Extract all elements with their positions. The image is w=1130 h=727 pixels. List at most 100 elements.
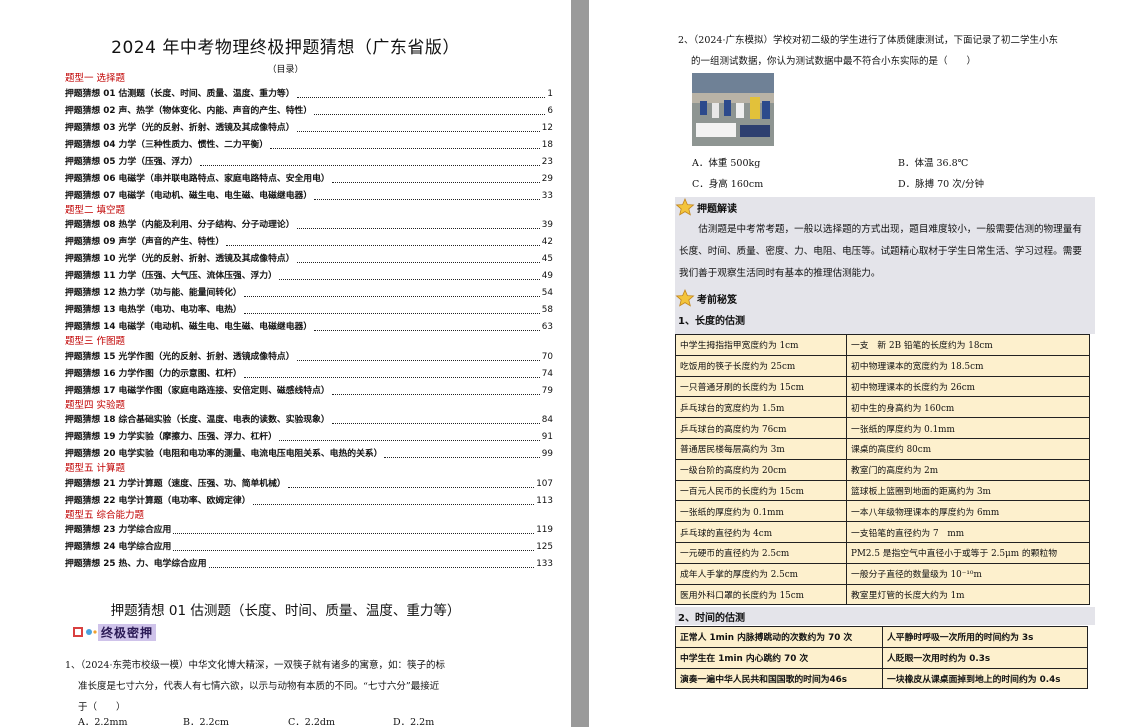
toc-entry-title: 押题猜想 20 电学实验（电阻和电功率的测量、电流电压电阻关系、电热的关系） — [65, 449, 383, 459]
toc-entry[interactable]: 押题猜想 10 光学（光的反射、折射、透镜及其成像特点） 45 — [65, 251, 553, 268]
table-cell: 一张纸的厚度约为 0.1mm — [846, 417, 1090, 439]
exam-interpretation-title: 押题解读 — [697, 203, 737, 215]
toc-section-title: 题型二 填空题 — [65, 204, 126, 216]
toc-leader-dots — [314, 330, 540, 331]
toc-entry-page: 18 — [541, 139, 553, 150]
toc-entry-page: 99 — [541, 449, 553, 459]
toc-entry[interactable]: 押题猜想 24 电学综合应用 125 — [65, 539, 553, 556]
toc-entry-page: 33 — [541, 190, 553, 201]
toc-entry[interactable]: 押题猜想 14 电磁学（电动机、磁生电、电生磁、电磁继电器） 63 — [65, 319, 553, 336]
option-d: D．脉搏 70 次/分钟 — [898, 179, 984, 190]
toc-entry[interactable]: 押题猜想 08 热学（内能及利用、分子结构、分子动理论） 39 — [65, 217, 553, 234]
toc-leader-dots — [331, 393, 540, 395]
toc-entry-page: 113 — [536, 495, 553, 506]
toc-entry-title: 押题猜想 15 光学作图（光的反射、折射、透镜成像特点） — [65, 351, 295, 362]
toc-entry-page: 39 — [541, 220, 553, 230]
toc-entry-title: 押题猜想 16 力学作图（力的示意图、杠杆） — [65, 368, 242, 379]
toc-entry-title: 押题猜想 22 电学计算题（电功率、欧姆定律） — [65, 495, 251, 506]
table-cell: 成年人手掌的厚度约为 2.5cm — [675, 562, 847, 585]
toc-entry-page: 91 — [541, 432, 553, 442]
table-row: 乒乓球台的高度约为 76cm 一张纸的厚度约为 0.1mm — [675, 417, 1090, 439]
toc-leader-dots — [278, 440, 540, 441]
toc-entry-page: 6 — [547, 105, 553, 116]
toc-entry[interactable]: 押题猜想 11 力学（压强、大气压、流体压强、浮力） 49 — [65, 268, 553, 285]
table-cell: 演奏一遍中华人民共和国国歌的时间为46s — [675, 667, 883, 690]
toc-leader-dots — [296, 359, 540, 361]
toc-leader-dots — [331, 181, 540, 183]
toc-leader-dots — [243, 376, 540, 378]
table-row: 中学生在 1min 内心跳约 70 次人眨眼一次用时约为 0.3s — [675, 646, 1088, 669]
toc-entry-page: 63 — [541, 322, 553, 332]
exam-tips-header: 考前秘笈 — [675, 288, 1095, 308]
table-row: 演奏一遍中华人民共和国国歌的时间为46s 一块橡皮从课桌面掉到地上的时间约为 0.… — [675, 667, 1088, 690]
table-cell: 教室门的高度约为 2m — [846, 458, 1090, 481]
length-estimate-table: 中学生拇指指甲宽度约为 1cm 一支 新 2B 铅笔的长度约为 18cm 吃饭用的筷… — [675, 334, 1090, 606]
toc-entry[interactable]: 押题猜想 05 力学（压强、浮力） 23 — [65, 154, 553, 171]
toc-entry[interactable]: 押题猜想 01 估测题（长度、时间、质量、温度、重力等） 1 — [65, 86, 553, 103]
toc-entry[interactable]: 押题猜想 12 热力学（功与能、能量间转化） 54 — [65, 285, 553, 302]
question-1-line-2: 准长度是七寸六分，代表人有七情六欲，以示与动物有本质的不同。“七寸六分”最接近 — [78, 681, 440, 692]
toc-entry[interactable]: 押题猜想 18 综合基础实验（长度、温度、电表的读数、实验现象） 84 — [65, 412, 553, 429]
option-a: A．体重 500kg — [692, 158, 761, 169]
toc-leader-dots — [173, 550, 535, 551]
toc-leader-dots — [208, 567, 535, 568]
right-page: 2、（2024·广东模拟）学校对初二级的学生进行了体质健康测试，下面记录了初二学… — [589, 0, 1130, 727]
toc-entry-title: 押题猜想 03 光学（光的反射、折射、透镜及其成像特点） — [65, 122, 295, 133]
toc-entry[interactable]: 押题猜想 09 声学（声音的产生、特性） 42 — [65, 234, 553, 251]
toc-entry[interactable]: 押题猜想 07 电磁学（电动机、磁生电、电生磁、电磁继电器） 33 — [65, 188, 553, 205]
left-page: 2024 年中考物理终极押题猜想（广东省版） （目录） 题型一 选择题 押题猜想 … — [0, 0, 571, 727]
table-row: 正常人 1min 内脉搏跳动的次数约为 70 次人平静时呼吸一次所用的时间约为 … — [675, 626, 1088, 648]
toc-leader-dots — [296, 262, 540, 263]
toc-entry[interactable]: 押题猜想 16 力学作图（力的示意图、杠杆） 74 — [65, 366, 553, 383]
toc-entry[interactable]: 押题猜想 23 力学综合应用 119 — [65, 522, 553, 539]
table-cell: 一般分子直径的数量级为 10⁻¹⁰m — [846, 562, 1090, 585]
toc-entry[interactable]: 押题猜想 03 光学（光的反射、折射、透镜及其成像特点） 12 — [65, 120, 553, 137]
option-a: A．2.2mm — [78, 717, 128, 727]
option-d: D．2.2m — [393, 717, 435, 727]
table-cell: 一支 新 2B 铅笔的长度约为 18cm — [846, 334, 1090, 356]
toc-entry[interactable]: 押题猜想 15 光学作图（光的反射、折射、透镜成像特点） 70 — [65, 349, 553, 366]
toc-entry-title: 押题猜想 11 力学（压强、大气压、流体压强、浮力） — [65, 271, 277, 281]
toc-leader-dots — [296, 228, 540, 229]
toc-entry[interactable]: 押题猜想 02 声、热学（物体变化、内能、声音的产生、特性） 6 — [65, 103, 553, 120]
badge-icon — [72, 624, 98, 640]
toc-entry[interactable]: 押题猜想 06 电磁学（串并联电路特点、家庭电路特点、安全用电） 29 — [65, 171, 553, 188]
toc-entry-title: 押题猜想 06 电磁学（串并联电路特点、家庭电路特点、安全用电） — [65, 173, 330, 184]
question-2-line-1: 2、（2024·广东模拟）学校对初二级的学生进行了体质健康测试，下面记录了初二学… — [678, 35, 1058, 46]
table-row: 一张纸的厚度约为 0.1mm 一本八年级物理课本的厚度约为 6mm — [675, 500, 1090, 523]
toc-entry[interactable]: 押题猜想 25 热、力、电学综合应用 133 — [65, 556, 553, 573]
toc-entry[interactable]: 押题猜想 21 力学计算题（速度、压强、功、简单机械） 107 — [65, 476, 553, 493]
exam-tips-box: 考前秘笈 1、长度的估测 — [675, 286, 1095, 334]
table-row: 一只普通牙刷的长度约为 15cm 初中物理课本的长度约为 26cm — [675, 375, 1090, 398]
table-row: 成年人手掌的厚度约为 2.5cm 一般分子直径的数量级为 10⁻¹⁰m — [675, 562, 1090, 585]
toc-leader-dots — [270, 147, 540, 149]
table-cell: 一级台阶的高度约为 20cm — [675, 458, 847, 481]
toc-section-title: 题型五 计算题 — [65, 463, 126, 474]
table-cell: 乒乓球台的高度约为 76cm — [675, 417, 847, 439]
toc-entry[interactable]: 押题猜想 04 力学（三种性质力、惯性、二力平衡） 18 — [65, 137, 553, 154]
toc-entry-page: 12 — [541, 122, 553, 133]
table-cell: 普通居民楼每层高约为 3m — [675, 437, 847, 460]
table-row: 一元硬币的直径约为 2.5cm PM2.5 是指空气中直径小于或等于 2.5μm … — [675, 541, 1090, 564]
toc-entry[interactable]: 押题猜想 17 电磁学作图（家庭电路连接、安倍定则、磁感线特点） 79 — [65, 383, 553, 400]
table-cell: 人眨眼一次用时约为 0.3s — [882, 646, 1088, 669]
toc-leader-dots — [199, 164, 540, 166]
question-2-options-row-2: C．身高 160cm D．脉搏 70 次/分钟 — [692, 176, 1104, 190]
toc-entry[interactable]: 押题猜想 13 电热学（电功、电功率、电热） 58 — [65, 302, 553, 319]
toc-entry[interactable]: 押题猜想 19 力学实验（摩擦力、压强、浮力、杠杆） 91 — [65, 429, 553, 446]
toc-leader-dots — [226, 245, 540, 246]
toc-entry-title: 押题猜想 10 光学（光的反射、折射、透镜及其成像特点） — [65, 254, 295, 264]
toc-entry[interactable]: 押题猜想 20 电学实验（电阻和电功率的测量、电流电压电阻关系、电热的关系） 99 — [65, 446, 553, 463]
exam-interpretation-box: 押题解读 估测题是中考常考题，一般以选择题的方式出现，题目难度较小，一般需要估测… — [675, 197, 1095, 290]
section-heading: 押题猜想 01 估测题（长度、时间、质量、温度、重力等） — [110, 603, 461, 619]
toc-entry[interactable]: 押题猜想 22 电学计算题（电功率、欧姆定律） 113 — [65, 493, 553, 510]
table-cell: 教室里灯管的长度大约为 1m — [846, 583, 1090, 606]
exam-tips-title: 考前秘笈 — [697, 294, 737, 306]
table-cell: 一块橡皮从课桌面掉到地上的时间约为 0.4s — [882, 667, 1088, 690]
toc-entry-title: 押题猜想 19 力学实验（摩擦力、压强、浮力、杠杆） — [65, 432, 277, 442]
table-cell: 乒乓球的直径约为 4cm — [675, 521, 847, 543]
toc-entry-title: 押题猜想 09 声学（声音的产生、特性） — [65, 237, 225, 247]
toc-entry-page: 79 — [541, 385, 553, 396]
toc-leader-dots — [314, 113, 546, 115]
option-b: B．体温 36.8℃ — [898, 158, 969, 169]
